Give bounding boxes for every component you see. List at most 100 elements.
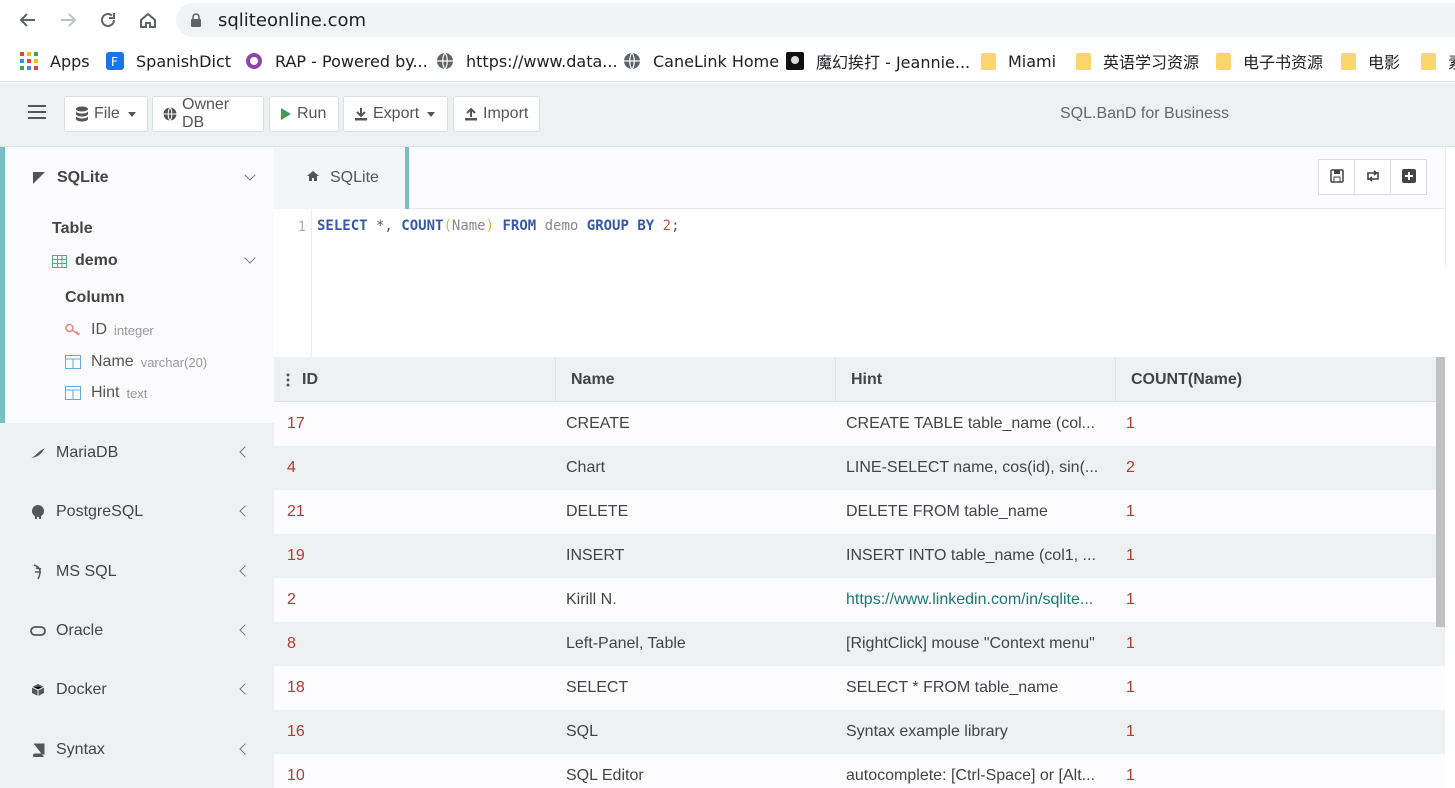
header-count[interactable]: COUNT(Name) [1116, 357, 1445, 402]
sidebar-item-mssql[interactable]: MS SQL [30, 563, 269, 581]
bookmark-canelink[interactable]: CaneLink Home [623, 50, 779, 72]
import-button[interactable]: Import [453, 96, 540, 132]
cell-hint[interactable]: https://www.linkedin.com/in/sqlite... [846, 578, 1106, 622]
add-tab-button[interactable] [1390, 159, 1427, 195]
cell-hint[interactable]: INSERT INTO table_name (col1, ... [846, 534, 1106, 578]
cell-name[interactable]: SQL [566, 710, 831, 754]
cell-count[interactable]: 2 [1126, 446, 1426, 490]
cell-count[interactable]: 1 [1126, 754, 1426, 788]
header-id[interactable]: ID [274, 357, 556, 402]
globe-icon [163, 107, 177, 121]
cell-hint[interactable]: Syntax example library [846, 710, 1106, 754]
cell-count[interactable]: 1 [1126, 490, 1426, 534]
table-row[interactable]: 8 Left-Panel, Table [RightClick] mouse "Co… [274, 622, 1445, 666]
bookmark-miami[interactable]: Miami [981, 50, 1056, 72]
table-row[interactable]: 17 CREATE CREATE TABLE table_name (col... 1 [274, 402, 1445, 446]
cell-count[interactable]: 1 [1126, 710, 1426, 754]
cell-name[interactable]: Left-Panel, Table [566, 622, 831, 666]
owner-db-button[interactable]: Owner DB [152, 96, 264, 132]
sidebar-item-oracle[interactable]: Oracle [30, 622, 269, 640]
editor-scrollbar[interactable] [1445, 147, 1455, 267]
sql-code-input[interactable]: SELECT *, COUNT(Name) FROM demo GROUP BY… [317, 218, 680, 234]
cell-count[interactable]: 1 [1126, 534, 1426, 578]
address-bar[interactable]: sqliteonline.com [176, 3, 1455, 37]
table-row[interactable]: 4 Chart LINE-SELECT name, cos(id), sin(...… [274, 446, 1445, 490]
sidebar-item-docker[interactable]: Docker [30, 681, 269, 699]
cell-id[interactable]: 16 [287, 710, 552, 754]
cell-id[interactable]: 17 [287, 402, 552, 446]
table-row[interactable]: 21 DELETE DELETE FROM table_name 1 [274, 490, 1445, 534]
sqlite-label: SQLite [57, 169, 109, 186]
table-grid-icon [51, 253, 67, 269]
sidebar-item-demo-table[interactable]: demo [51, 252, 274, 270]
cell-hint[interactable]: LINE-SELECT name, cos(id), sin(... [846, 446, 1106, 490]
cell-name[interactable]: SQL Editor [566, 754, 831, 788]
cell-count[interactable]: 1 [1126, 402, 1426, 446]
cell-hint[interactable]: DELETE FROM table_name [846, 490, 1106, 534]
folder-icon [1076, 52, 1091, 70]
editor-actions [1318, 159, 1427, 195]
results-scrollbar[interactable] [1436, 357, 1445, 627]
cell-name[interactable]: SELECT [566, 666, 831, 710]
cell-name[interactable]: Chart [566, 446, 831, 490]
cell-name[interactable]: INSERT [566, 534, 831, 578]
cell-count[interactable]: 1 [1126, 578, 1426, 622]
bookmark-apps[interactable]: Apps [20, 50, 90, 72]
reload-button[interactable] [96, 8, 120, 32]
bookmark-english[interactable]: 英语学习资源 [1076, 50, 1199, 72]
chevron-left-icon [239, 565, 251, 577]
bookmark-overflow[interactable]: 素 [1421, 50, 1455, 72]
menu-icon[interactable] [28, 105, 46, 119]
sql-keyword: SELECT [317, 218, 368, 234]
cell-hint[interactable]: [RightClick] mouse "Context menu" [846, 622, 1106, 666]
bookmark-movies[interactable]: 电影 [1341, 50, 1400, 72]
cell-id[interactable]: 2 [287, 578, 552, 622]
cell-id[interactable]: 8 [287, 622, 552, 666]
table-row[interactable]: 16 SQL Syntax example library 1 [274, 710, 1445, 754]
table-row[interactable]: 2 Kirill N. https://www.linkedin.com/in/sq… [274, 578, 1445, 622]
forward-button[interactable] [56, 8, 80, 32]
db-label: MariaDB [56, 444, 119, 461]
cell-id[interactable]: 18 [287, 666, 552, 710]
sidebar-item-postgresql[interactable]: PostgreSQL [30, 503, 269, 521]
spanishdict-icon: F [106, 52, 124, 70]
save-button[interactable] [1318, 159, 1355, 195]
cell-count[interactable]: 1 [1126, 666, 1426, 710]
retweet-button[interactable] [1354, 159, 1391, 195]
sidebar-item-syntax[interactable]: Syntax [30, 741, 269, 759]
cell-hint[interactable]: CREATE TABLE table_name (col... [846, 402, 1106, 446]
sidebar-item-mariadb[interactable]: MariaDB [30, 444, 269, 462]
table-row[interactable]: 18 SELECT SELECT * FROM table_name 1 [274, 666, 1445, 710]
column-menu-icon[interactable] [286, 373, 290, 387]
cell-name[interactable]: DELETE [566, 490, 831, 534]
bookmark-spanishdict[interactable]: F SpanishDict [106, 50, 231, 72]
bookmark-jeannie[interactable]: 魔幻挨打 - Jeannie... [786, 50, 970, 72]
export-button[interactable]: Export [343, 96, 448, 132]
cell-hint[interactable]: autocomplete: [Ctrl-Space] or [Alt... [846, 754, 1106, 788]
cell-id[interactable]: 4 [287, 446, 552, 490]
back-button[interactable] [16, 8, 40, 32]
cell-name[interactable]: Kirill N. [566, 578, 831, 622]
sidebar-item-sqlite[interactable]: SQLite [31, 169, 274, 187]
arrow-right-icon [61, 13, 77, 27]
cell-name[interactable]: CREATE [566, 402, 831, 446]
header-name[interactable]: Name [556, 357, 836, 402]
globe-icon [436, 52, 454, 70]
header-hint[interactable]: Hint [836, 357, 1116, 402]
cell-id[interactable]: 21 [287, 490, 552, 534]
bookmark-ebooks[interactable]: 电子书资源 [1216, 50, 1323, 72]
cell-id[interactable]: 10 [287, 754, 552, 788]
run-button[interactable]: Run [269, 96, 339, 132]
bookmark-data[interactable]: https://www.data... [436, 50, 618, 72]
file-button[interactable]: File [64, 96, 148, 132]
db-label: PostgreSQL [56, 503, 144, 520]
table-row[interactable]: 10 SQL Editor autocomplete: [Ctrl-Space] o… [274, 754, 1445, 788]
globe-icon [623, 52, 641, 70]
tab-sqlite[interactable]: SQLite [274, 147, 409, 209]
bookmark-rap[interactable]: RAP - Powered by... [245, 50, 428, 72]
cell-hint[interactable]: SELECT * FROM table_name [846, 666, 1106, 710]
cell-count[interactable]: 1 [1126, 622, 1426, 666]
cell-id[interactable]: 19 [287, 534, 552, 578]
home-button[interactable] [136, 8, 160, 32]
table-row[interactable]: 19 INSERT INSERT INTO table_name (col1, ..… [274, 534, 1445, 578]
